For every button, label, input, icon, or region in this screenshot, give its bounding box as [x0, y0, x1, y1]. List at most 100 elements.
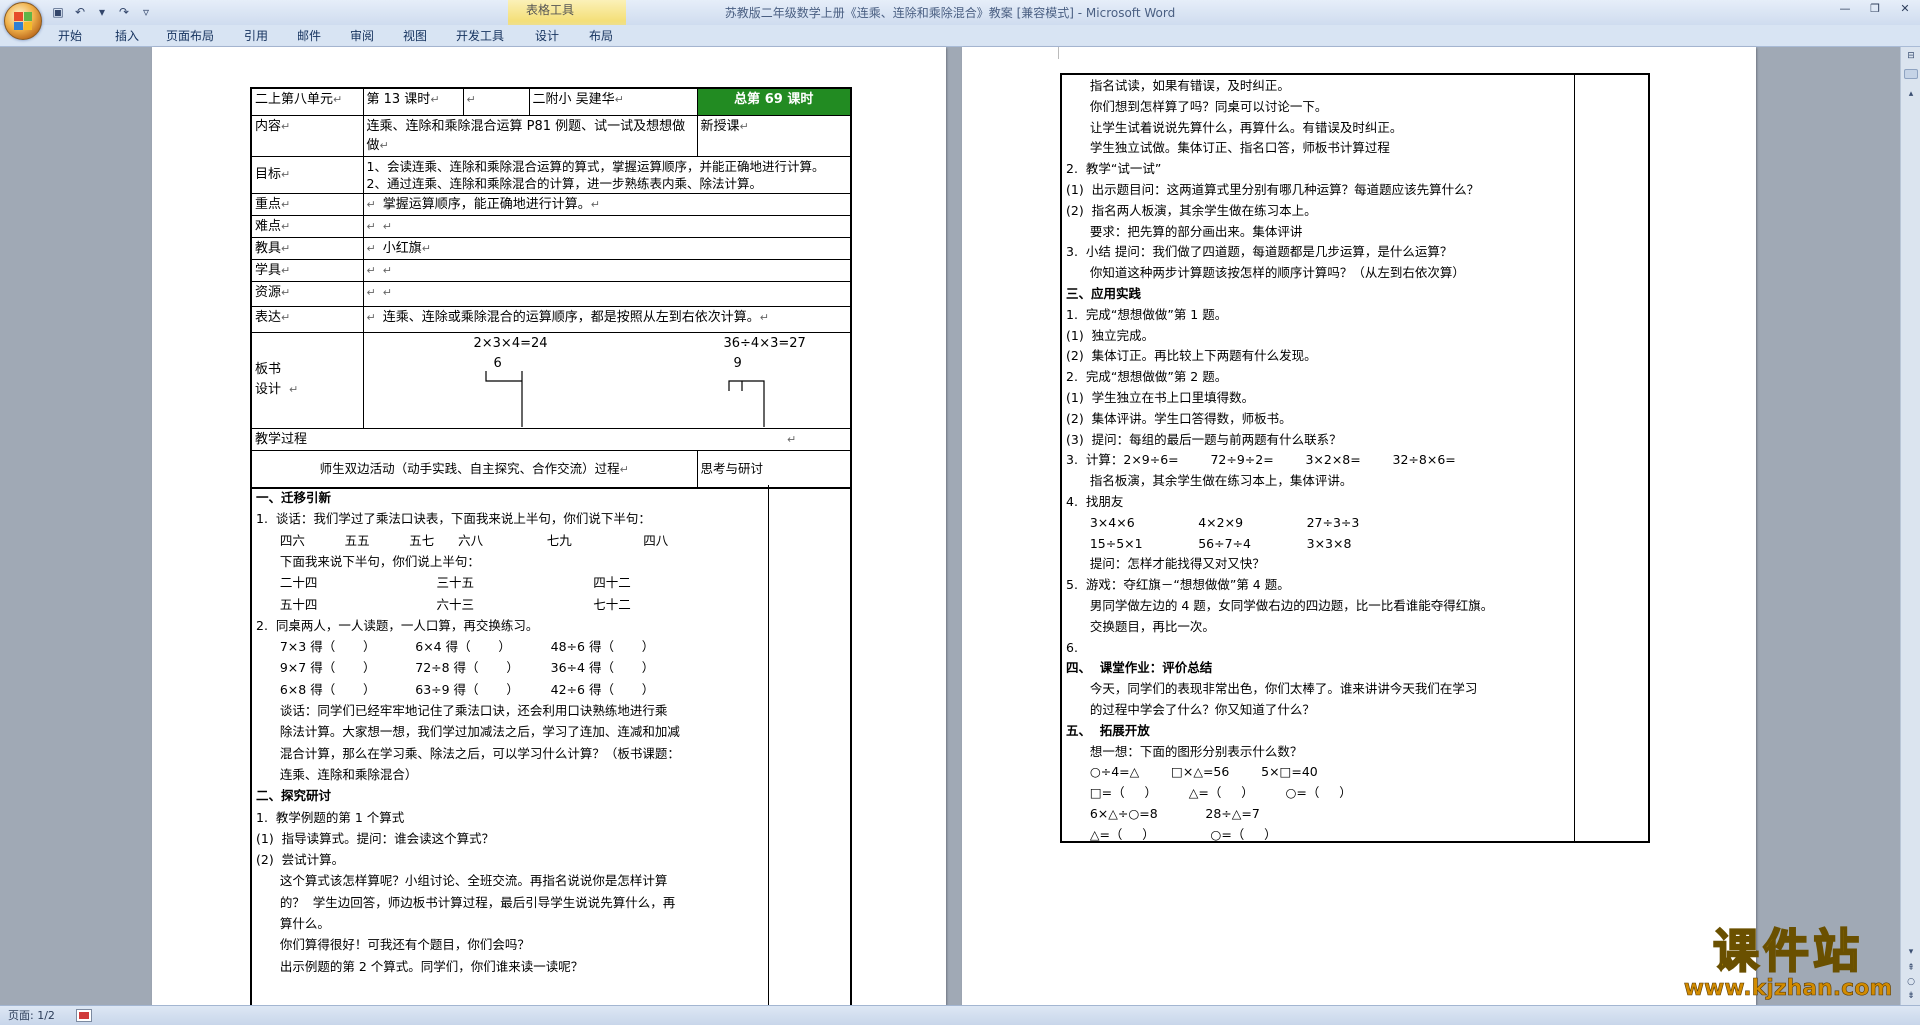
- process-line: 你知道这种两步计算题该按怎样的顺序计算吗？（从左到右依次算）: [1066, 265, 1465, 281]
- ruler-toggle-icon[interactable]: ⊟: [1903, 49, 1919, 63]
- vertical-scrollbar[interactable]: ⊟ ▴ ▾ ⇞ ○ ⇟: [1900, 47, 1920, 1005]
- activity-header-cell[interactable]: 师生双边活动（动手实践、自主探究、合作交流）过程↵: [250, 449, 698, 489]
- process-line: 这个算式该怎样算呢？小组讨论、全班交流。再指名说说你是怎样计算: [256, 873, 668, 889]
- lesson-cell[interactable]: 第 13 课时↵: [362, 87, 464, 116]
- reflect-column-divider-2: [1574, 75, 1575, 841]
- process-line: 出示例题的第 2 个算式。同学们，你们谁来读一读呢？: [256, 958, 584, 974]
- process-line: 指名板演，其余学生做在练习本上，集体评讲。: [1066, 473, 1353, 489]
- process-line: 2. 教学“试一试”: [1066, 161, 1162, 177]
- process-line: 6.: [1066, 639, 1078, 655]
- process-line: 你们算得很好！可我还有个题目，你们会吗？: [256, 937, 530, 953]
- restore-icon[interactable]: ❐: [1860, 0, 1890, 18]
- total-lesson-text: 总第 69 课时: [734, 92, 814, 107]
- key-label-cell[interactable]: 重点↵: [250, 192, 364, 216]
- close-icon[interactable]: ✕: [1890, 0, 1920, 18]
- board-label-cell[interactable]: 板书设计 ↵: [250, 331, 364, 429]
- process-continued-table[interactable]: 指名试读，如果有错误，及时纠正。 你们想到怎样算了吗？同桌可以讨论一下。 让学生…: [1060, 73, 1650, 843]
- process-line: 1. 教学例题的第 1 个算式: [256, 809, 405, 825]
- tab-home[interactable]: 开始: [58, 27, 82, 45]
- tab-developer[interactable]: 开发工具: [456, 27, 504, 45]
- student-tools-cell[interactable]: ↵ ↵: [362, 258, 852, 282]
- process-line: 二十四 三十五 四十二: [256, 575, 631, 591]
- process-line: 7×3 得（ ） 6×4 得（ ） 48÷6 得（ ）: [256, 639, 655, 655]
- tab-review[interactable]: 审阅: [350, 27, 374, 45]
- process-line: (2) 集体评讲。学生口答得数，师板书。: [1066, 410, 1292, 426]
- tab-references[interactable]: 引用: [244, 27, 268, 45]
- goal-label-cell[interactable]: 目标↵: [250, 155, 364, 194]
- process-line: 想一想：下面的图形分别表示什么数？: [1066, 743, 1303, 759]
- aids-label: 教具: [255, 240, 282, 256]
- process-line: △=（ ） ○=（ ）: [1066, 826, 1277, 842]
- board-design-cell[interactable]: 2×3×4=24 6 36÷4×3=27 9: [362, 331, 852, 429]
- activity-header: 师生双边活动（动手实践、自主探究、合作交流）过程: [319, 460, 620, 476]
- aids-cell[interactable]: ↵ 小红旗↵: [362, 236, 852, 260]
- tab-layout[interactable]: 布局: [589, 27, 613, 45]
- status-bar: 页面: 1/2: [0, 1005, 1920, 1025]
- difficulty-label: 难点: [255, 218, 282, 234]
- resources-label-cell[interactable]: 资源↵: [250, 280, 364, 307]
- watermark-cn: 课件站: [1712, 923, 1863, 979]
- content-label-cell[interactable]: 内容↵: [250, 114, 364, 157]
- expression-cell[interactable]: ↵ 连乘、连除或乘除混合的运算顺序，都是按照从左到右依次计算。↵: [362, 305, 852, 333]
- ribbon-tabs: 开始 插入 页面布局 引用 邮件 审阅 视图 开发工具 设计 布局 ?: [0, 25, 1920, 67]
- expression-text: 连乘、连除或乘除混合的运算顺序，都是按照从左到右依次计算。: [382, 309, 760, 325]
- watermark-logo: 课件站 www.kjzhan.com: [1668, 923, 1908, 1002]
- unit-cell[interactable]: 二上第八单元↵: [250, 87, 364, 116]
- lesson-text: 第 13 课时: [366, 92, 431, 107]
- aids-label-cell[interactable]: 教具↵: [250, 236, 364, 260]
- goal-cell[interactable]: 1、会读连乘、连除和乘除混合运算的算式，掌握运算顺序，并能正确地进行计算。 2、…: [362, 155, 852, 194]
- process-line: 二、探究研讨: [256, 788, 332, 804]
- document-area[interactable]: 二上第八单元↵ 第 13 课时↵ ↵ 二附小 吴建华↵ 总第 69 课时 内容↵…: [0, 47, 1900, 1009]
- process-line: ○÷4=△ □×△=56 5×□=40: [1066, 764, 1318, 780]
- content-type-text: 新授课: [700, 118, 740, 134]
- customize-toolbar-icon[interactable]: ▿: [138, 4, 154, 20]
- redo-icon[interactable]: ↷: [116, 4, 132, 20]
- preparer-label-cell[interactable]: ↵: [462, 87, 530, 116]
- window-controls: — ❐ ✕: [1830, 0, 1920, 18]
- difficulty-cell[interactable]: ↵ ↵: [362, 214, 852, 238]
- tab-design[interactable]: 设计: [535, 27, 559, 45]
- process-line: 让学生试着说说先算什么，再算什么。有错误及时纠正。: [1066, 119, 1403, 135]
- expression-label-cell[interactable]: 表达↵: [250, 305, 364, 333]
- process-line: 3. 小结 提问：我们做了四道题，每道题都是几步运算，是什么运算？: [1066, 244, 1453, 260]
- proofing-icon[interactable]: [76, 1009, 92, 1022]
- content-type-cell[interactable]: 新授课↵: [696, 114, 852, 157]
- process-line: 6×8 得（ ） 63÷9 得（ ） 42÷6 得（ ）: [256, 681, 655, 697]
- total-lesson-cell[interactable]: 总第 69 课时: [696, 87, 852, 116]
- goal-label: 目标: [255, 167, 282, 182]
- page-2[interactable]: 指名试读，如果有错误，及时纠正。 你们想到怎样算了吗？同桌可以讨论一下。 让学生…: [962, 47, 1756, 1005]
- scroll-thumb[interactable]: [1904, 69, 1918, 79]
- minimize-icon[interactable]: —: [1830, 0, 1860, 18]
- process-line: 四六 五五 五七 六八 七九 四八: [256, 532, 669, 548]
- tab-mailings[interactable]: 邮件: [297, 27, 321, 45]
- difficulty-label-cell[interactable]: 难点↵: [250, 214, 364, 238]
- process-line: (3) 提问：每组的最后一题与前两题有什么联系？: [1066, 431, 1342, 447]
- lesson-header-table: 二上第八单元↵ 第 13 课时↵ ↵ 二附小 吴建华↵ 总第 69 课时 内容↵…: [250, 87, 852, 489]
- office-button[interactable]: [4, 2, 42, 40]
- aids-text: 小红旗: [382, 240, 422, 256]
- content-cell[interactable]: 连乘、连除和乘除混合运算 P81 例题、试一试及想想做做↵: [362, 114, 698, 157]
- process-line: 4. 找朋友: [1066, 494, 1124, 509]
- process-title-cell[interactable]: 教学过程 ↵: [250, 427, 852, 451]
- preparer-cell[interactable]: 二附小 吴建华↵: [528, 87, 698, 116]
- process-line: 你们想到怎样算了吗？同桌可以讨论一下。: [1066, 98, 1328, 114]
- reflect-header-cell[interactable]: 思考与研讨: [696, 449, 852, 489]
- tab-page-layout[interactable]: 页面布局: [166, 27, 214, 45]
- quick-access-toolbar: ▣ ↶ ▾ ↷ ▿: [50, 4, 154, 20]
- save-icon[interactable]: ▣: [50, 4, 66, 20]
- page-count[interactable]: 页面: 1/2: [8, 1009, 55, 1022]
- student-tools-label-cell[interactable]: 学具↵: [250, 258, 364, 282]
- process-line: 6×△÷○=8 28÷△=7: [1066, 806, 1260, 821]
- student-tools-label: 学具: [255, 262, 282, 278]
- tab-insert[interactable]: 插入: [115, 27, 139, 45]
- tab-view[interactable]: 视图: [403, 27, 427, 45]
- dropdown-icon[interactable]: ▾: [94, 4, 110, 20]
- process-body[interactable]: 一、迁移引新 1. 谈话：我们学过了乘法口诀表，下面我来说上半句，你们说下半句： …: [250, 485, 852, 1009]
- process-line: 3×4×6 4×2×9 27÷3÷3: [1066, 514, 1360, 530]
- undo-icon[interactable]: ↶: [72, 4, 88, 20]
- resources-cell[interactable]: ↵ ↵: [362, 280, 852, 307]
- page-1[interactable]: 二上第八单元↵ 第 13 课时↵ ↵ 二附小 吴建华↵ 总第 69 课时 内容↵…: [152, 47, 946, 1009]
- process-line: 男同学做左边的 4 题，女同学做右边的四边题，比一比看谁能夺得红旗。: [1066, 598, 1494, 613]
- key-cell[interactable]: ↵ 掌握运算顺序，能正确地进行计算。↵: [362, 192, 852, 216]
- scroll-up-icon[interactable]: ▴: [1903, 87, 1919, 101]
